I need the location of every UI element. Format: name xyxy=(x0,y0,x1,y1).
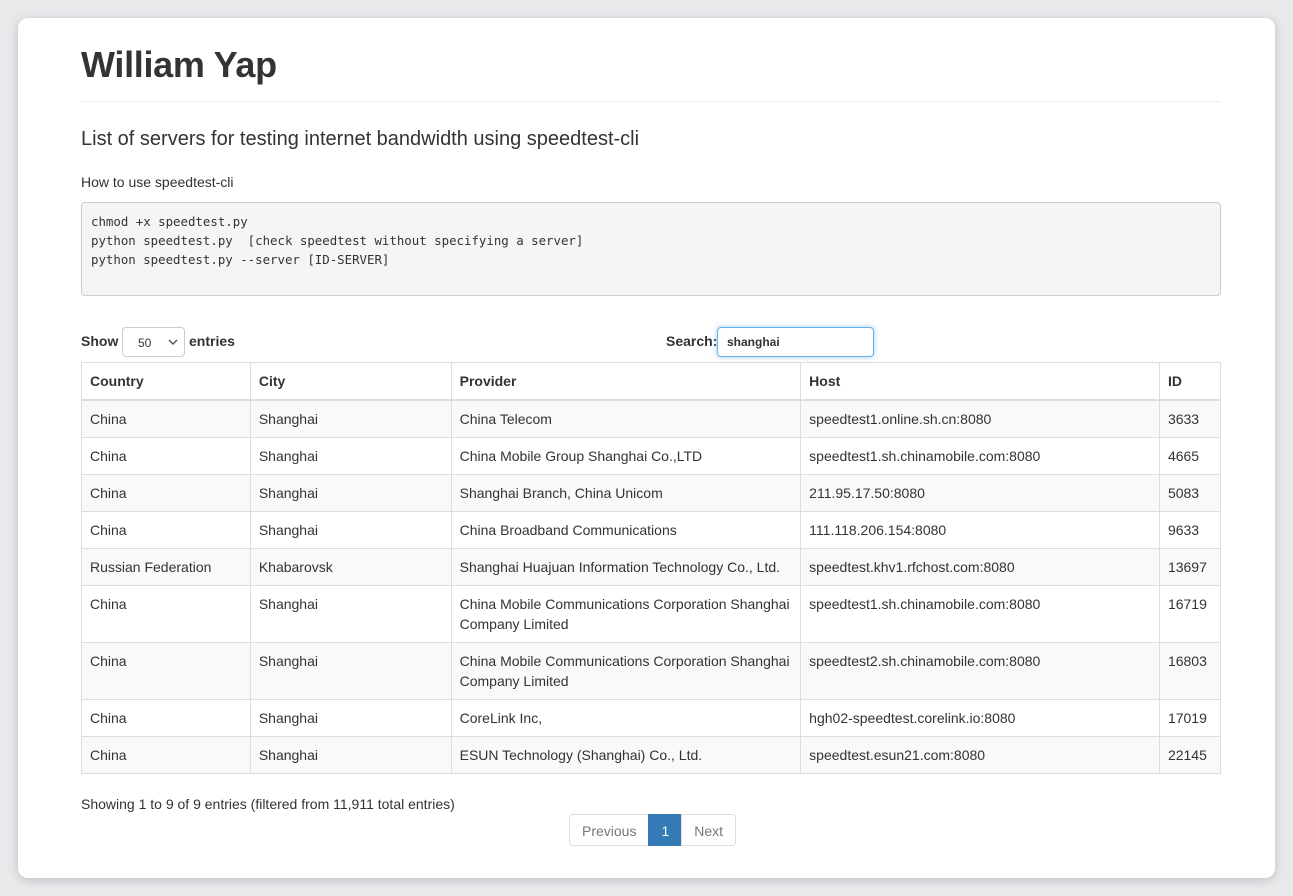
cell-city: Shanghai xyxy=(249,642,452,700)
column-header-country[interactable]: Country xyxy=(81,362,251,401)
cell-id: 9633 xyxy=(1158,511,1222,549)
show-label: Show xyxy=(81,333,119,349)
cell-host: speedtest1.sh.chinamobile.com:8080 xyxy=(800,585,1160,643)
table-row: China Shanghai CoreLink Inc, hgh02-speedtes… xyxy=(81,699,1222,737)
cell-country: China xyxy=(81,736,251,774)
title-divider xyxy=(81,101,1221,102)
servers-table: Country City Provider Host ID China Shang… xyxy=(81,362,1222,774)
cell-city: Shanghai xyxy=(249,474,452,512)
table-row: China Shanghai ESUN Technology (Shanghai) … xyxy=(81,736,1222,774)
cell-host: speedtest2.sh.chinamobile.com:8080 xyxy=(800,642,1160,700)
page-lead: List of servers for testing internet ban… xyxy=(81,128,640,150)
cell-host: 111.118.206.154:8080 xyxy=(800,511,1160,549)
cell-provider: Shanghai Huajuan Information Technology … xyxy=(450,548,802,586)
cell-provider: CoreLink Inc, xyxy=(450,699,802,737)
cell-id: 16719 xyxy=(1158,585,1222,643)
cell-id: 22145 xyxy=(1158,736,1222,774)
cell-city: Shanghai xyxy=(249,399,452,438)
column-header-host[interactable]: Host xyxy=(800,362,1160,401)
cell-provider: Shanghai Branch, China Unicom xyxy=(450,474,802,512)
entries-label: entries xyxy=(189,333,235,349)
cell-id: 3633 xyxy=(1158,399,1222,438)
search-input[interactable] xyxy=(717,327,874,357)
table-row: Russian Federation Khabarovsk Shanghai Hua… xyxy=(81,548,1222,586)
table-header-row: Country City Provider Host ID xyxy=(81,362,1222,401)
cell-id: 13697 xyxy=(1158,548,1222,586)
cell-country: China xyxy=(81,437,251,475)
cell-host: speedtest.esun21.com:8080 xyxy=(800,736,1160,774)
cell-city: Shanghai xyxy=(249,699,452,737)
table-row: China Shanghai China Mobile Communications… xyxy=(81,585,1222,643)
column-header-provider[interactable]: Provider xyxy=(450,362,802,401)
cell-provider: China Mobile Communications Corporation … xyxy=(450,585,802,643)
cell-city: Khabarovsk xyxy=(249,548,452,586)
cell-country: China xyxy=(81,399,251,438)
cell-country: China xyxy=(81,585,251,643)
previous-button[interactable]: Previous xyxy=(569,814,650,846)
cell-id: 16803 xyxy=(1158,642,1222,700)
cell-id: 5083 xyxy=(1158,474,1222,512)
cell-host: speedtest.khv1.rfchost.com:8080 xyxy=(800,548,1160,586)
cell-country: China xyxy=(81,474,251,512)
table-body: China Shanghai China Telecom speedtest1.onl… xyxy=(81,399,1222,774)
table-controls: Show 50 entries Search: xyxy=(81,327,1221,357)
code-line: chmod +x speedtest.py xyxy=(91,214,248,229)
cell-id: 4665 xyxy=(1158,437,1222,475)
pagination: Previous 1 Next xyxy=(569,814,737,846)
cell-provider: China Broadband Communications xyxy=(450,511,802,549)
column-header-id[interactable]: ID xyxy=(1158,362,1222,401)
table-row: China Shanghai Shanghai Branch, China Unic… xyxy=(81,474,1222,512)
browser-window: William Yap List of servers for testing … xyxy=(18,18,1275,878)
cell-provider: China Mobile Group Shanghai Co.,LTD xyxy=(450,437,802,475)
cell-country: China xyxy=(81,699,251,737)
chevron-down-icon xyxy=(168,333,178,354)
entries-length-select[interactable]: 50 xyxy=(122,327,185,357)
table-row: China Shanghai China Mobile Communications… xyxy=(81,642,1222,700)
code-line: python speedtest.py --server [ID-SERVER] xyxy=(91,252,390,267)
column-header-city[interactable]: City xyxy=(249,362,452,401)
entries-length-value: 50 xyxy=(138,336,152,350)
cell-host: speedtest1.sh.chinamobile.com:8080 xyxy=(800,437,1160,475)
cell-host: speedtest1.online.sh.cn:8080 xyxy=(800,399,1160,438)
cell-city: Shanghai xyxy=(249,511,452,549)
cell-provider: China Mobile Communications Corporation … xyxy=(450,642,802,700)
cell-provider: ESUN Technology (Shanghai) Co., Ltd. xyxy=(450,736,802,774)
page-button-current[interactable]: 1 xyxy=(648,814,683,846)
table-info: Showing 1 to 9 of 9 entries (filtered fr… xyxy=(81,796,455,812)
code-line: python speedtest.py [check speedtest wit… xyxy=(91,233,584,248)
cell-city: Shanghai xyxy=(249,736,452,774)
table-row: China Shanghai China Telecom speedtest1.onl… xyxy=(81,399,1222,438)
cell-city: Shanghai xyxy=(249,585,452,643)
table-row: China Shanghai China Broadband Communicati… xyxy=(81,511,1222,549)
next-button[interactable]: Next xyxy=(681,814,737,846)
cell-country: China xyxy=(81,511,251,549)
cell-provider: China Telecom xyxy=(450,399,802,438)
cell-country: China xyxy=(81,642,251,700)
cell-id: 17019 xyxy=(1158,699,1222,737)
table-row: China Shanghai China Mobile Group Shanghai… xyxy=(81,437,1222,475)
howto-label: How to use speedtest-cli xyxy=(81,174,234,190)
cell-city: Shanghai xyxy=(249,437,452,475)
cell-country: Russian Federation xyxy=(81,548,251,586)
cell-host: 211.95.17.50:8080 xyxy=(800,474,1160,512)
page-title: William Yap xyxy=(81,44,277,85)
search-label: Search: xyxy=(666,333,718,349)
code-block: chmod +x speedtest.py python speedtest.p… xyxy=(81,202,1221,296)
cell-host: hgh02-speedtest.corelink.io:8080 xyxy=(800,699,1160,737)
